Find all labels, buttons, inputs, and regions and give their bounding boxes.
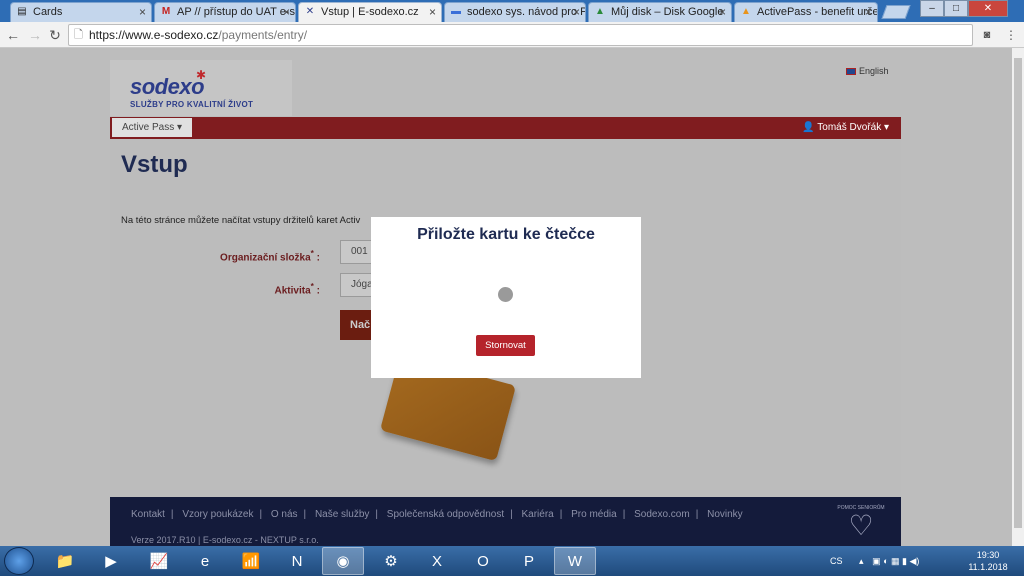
clock[interactable]: 19:30 11.1.2018 [968,549,1008,573]
menu-icon[interactable]: ⋮ [1002,26,1020,44]
org-unit-label: Organizační složka* : [220,248,320,264]
logo-wordmark: sodexo [130,74,205,99]
caret-down-icon: ▾ [177,122,183,133]
url-path: /payments/entry/ [218,28,308,42]
forward-icon[interactable]: → [26,26,44,44]
close-icon[interactable]: × [573,3,580,21]
page-scrollbar[interactable] [1012,48,1024,546]
modal-title: Přiložte kartu ke čtečce [417,226,595,243]
settings-app-icon[interactable]: ⚙ [370,547,412,575]
reload-icon[interactable]: ↻ [46,26,64,44]
docs-icon: ▬ [451,6,461,17]
ie-icon[interactable]: e [184,547,226,575]
activity-label: Aktivita* : [274,281,320,297]
tab-docs[interactable]: ▬ sodexo sys. návod pro P × [444,2,586,22]
logo-tagline: SLUŽBY PRO KVALITNÍ ŽIVOT [130,100,254,109]
intro-text: Na této stránce můžete načítat vstupy dr… [121,215,361,226]
onenote-icon[interactable]: N [276,547,318,575]
user-icon: 👤 [802,122,815,133]
site-footer: Kontakt | Vzory poukázek | O nás | Naše slu… [110,497,901,546]
dropdown-label: Active Pass [122,122,175,133]
card-reader-modal: Přiložte kartu ke čtečce Stornovat [371,217,641,378]
scrollbar-thumb[interactable] [1014,58,1022,528]
page-title: Vstup [121,151,188,178]
start-button[interactable] [4,547,34,575]
media-player-icon[interactable]: ▶ [90,547,132,575]
stocks-app-icon[interactable]: 📈 [138,547,180,575]
outlook-icon[interactable]: O [462,547,504,575]
active-pass-dropdown[interactable]: Active Pass ▾ [112,118,193,137]
footer-link[interactable]: Kariéra [522,509,554,520]
tab-title: Můj disk – Disk Google [611,6,724,18]
tab-title: ActivePass - benefit urče [757,6,878,18]
clock-time: 19:30 [976,550,1000,560]
footer-link[interactable]: Naše služby [315,509,369,520]
tab-title: Vstup | E-sodexo.cz [321,6,419,18]
browser-tab-strip: ▤ Cards × M AP // přístup do UAT e-s × ✕… [0,0,1024,22]
heart-icon: ♡ [848,510,874,541]
cancel-button[interactable]: Stornovat [476,335,535,356]
senior-help-badge[interactable]: POMOC SENIORŮM ♡ [833,505,889,545]
user-menu[interactable]: 👤 Tomáš Dvořák ▾ [802,117,889,139]
word-icon[interactable]: W [554,547,596,575]
tab-title: Cards [33,6,63,18]
tab-vstup[interactable]: ✕ Vstup | E-sodexo.cz × [298,2,442,22]
site-logo[interactable]: sodexo ✱ SLUŽBY PRO KVALITNÍ ŽIVOT [110,60,292,116]
footer-link[interactable]: Vzory poukázek [182,509,253,520]
uk-flag-icon [846,68,856,75]
tray-icons[interactable]: ▣ ◐ ▦ ▮ ◀) [872,556,919,566]
wifi-icon[interactable]: 📶 [230,547,272,575]
version-text: Verze 2017.R10 | E-sodexo.cz - NEXTUP s.… [131,535,319,545]
tab-gmail[interactable]: M AP // přístup do UAT e-s × [154,2,296,22]
user-name: Tomáš Dvořák [817,122,882,133]
main-navbar: Active Pass ▾ 👤 Tomáš Dvořák ▾ [110,117,901,139]
excel-icon[interactable]: X [416,547,458,575]
address-bar[interactable]: 🗋 https://www.e-sodexo.cz/payments/entry/ [68,24,973,46]
camera-icon[interactable]: ◙ [978,26,996,44]
caret-down-icon: ▾ [883,122,889,133]
language-label: English [859,66,889,76]
url-host: https://www.e-sodexo.cz [89,28,219,42]
footer-link[interactable]: Společenská odpovědnost [387,509,504,520]
browser-toolbar: ← → ↻ 🗋 https://www.e-sodexo.cz/payments/… [0,22,1024,48]
sodexo-icon: ✕ [305,6,315,17]
close-icon[interactable]: × [283,3,290,21]
minimize-button[interactable]: – [920,0,944,17]
footer-link[interactable]: Pro média [571,509,617,520]
language-switch[interactable]: English [846,66,889,76]
footer-link[interactable]: O nás [271,509,298,520]
explorer-icon[interactable]: 📁 [44,547,86,575]
page-icon: 🗋 [74,29,83,41]
star-icon: ✱ [196,68,207,82]
close-icon[interactable]: × [429,3,436,21]
maximize-button[interactable]: □ [944,0,968,17]
tab-title: AP // přístup do UAT e-s [177,6,295,18]
footer-link[interactable]: Novinky [707,509,743,520]
close-icon[interactable]: × [139,3,146,21]
footer-link[interactable]: Kontakt [131,509,165,520]
tab-activepass[interactable]: ▲ ActivePass - benefit urče × [734,2,878,22]
drive-icon: ▲ [595,6,605,17]
input-language[interactable]: CS [830,556,843,566]
back-icon[interactable]: ← [4,26,22,44]
tab-drive[interactable]: ▲ Můj disk – Disk Google × [588,2,732,22]
footer-link[interactable]: Sodexo.com [634,509,690,520]
gmail-icon: M [161,6,171,17]
powerpoint-icon[interactable]: P [508,547,550,575]
loading-spinner-icon [498,287,513,302]
system-tray: CS ▴ ▣ ◐ ▦ ▮ ◀) [830,546,919,576]
close-icon[interactable]: × [719,3,726,21]
tray-arrow-icon[interactable]: ▴ [859,556,864,566]
tab-title: sodexo sys. návod pro P [467,6,586,18]
chrome-icon[interactable]: ◉ [322,547,364,575]
close-icon[interactable]: × [865,3,872,21]
document-icon: ▤ [17,6,27,17]
close-window-button[interactable]: ✕ [968,0,1008,17]
new-tab-button[interactable] [881,5,911,19]
activepass-icon: ▲ [741,6,751,17]
footer-links: Kontakt | Vzory poukázek | O nás | Naše slu… [131,509,743,520]
windows-taskbar: 📁 ▶ 📈 e 📶 N ◉ ⚙ X O P W CS ▴ ▣ ◐ ▦ ▮ ◀) … [0,546,1024,576]
tab-cards[interactable]: ▤ Cards × [10,2,152,22]
clock-date: 11.1.2018 [968,562,1008,572]
